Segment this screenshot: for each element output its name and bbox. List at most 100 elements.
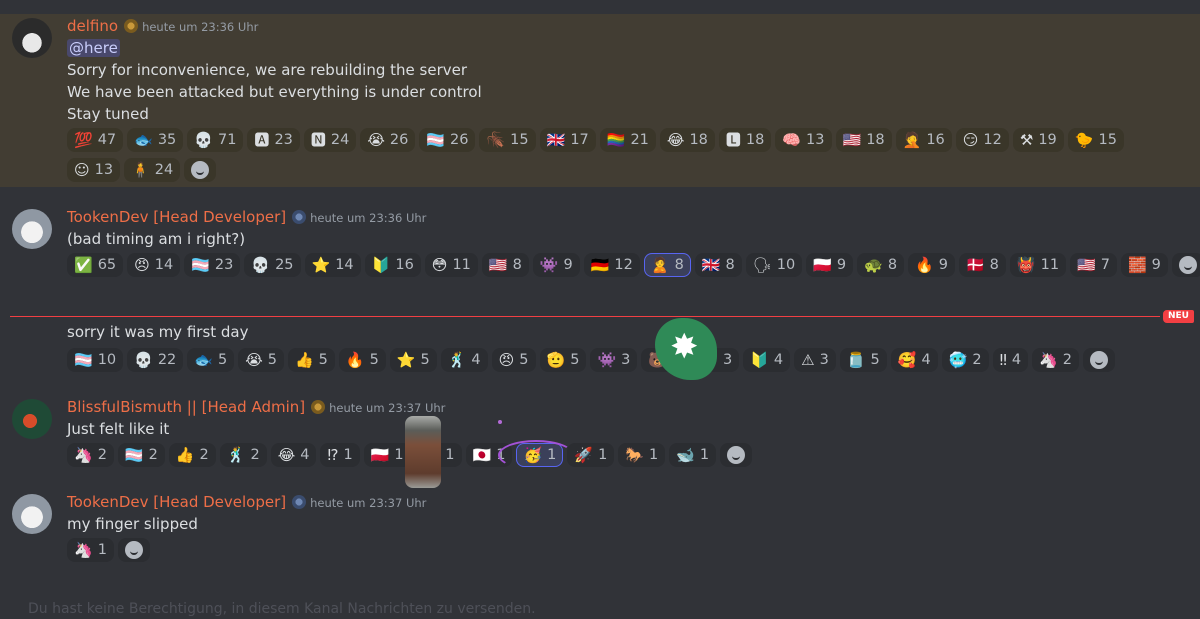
- reaction-pill[interactable]: 🔰 16: [364, 253, 421, 277]
- reaction-pill[interactable]: 🫙 5: [839, 348, 887, 372]
- reaction-pill[interactable]: 💀 22: [127, 348, 184, 372]
- avatar[interactable]: [12, 399, 52, 439]
- reaction-pill[interactable]: 🇬🇧 17: [539, 128, 596, 152]
- reaction-pill[interactable]: 🇵🇱 1: [363, 443, 411, 467]
- reaction-pill[interactable]: 🧱 9: [1120, 253, 1168, 277]
- role-badge-icon[interactable]: [124, 19, 139, 33]
- reaction-pill[interactable]: 🚀 1: [567, 443, 615, 467]
- reaction-pill[interactable]: 😳 11: [424, 253, 478, 277]
- reaction-pill[interactable]: 👍 2: [168, 443, 216, 467]
- reaction-pill[interactable]: 👾 9: [532, 253, 580, 277]
- add-reaction-button[interactable]: [1083, 348, 1116, 372]
- reaction-pill[interactable]: ⚠ 3: [794, 348, 836, 372]
- add-reaction-button[interactable]: [720, 443, 753, 467]
- mention-here[interactable]: @here: [67, 39, 120, 57]
- reaction-pill[interactable]: 🐟 35: [127, 128, 184, 152]
- reaction-pill[interactable]: 🧍 24: [124, 158, 181, 182]
- reaction-pill[interactable]: 😂 18: [659, 128, 715, 152]
- timestamp[interactable]: heute um 23:37 Uhr: [329, 401, 445, 415]
- reaction-pill[interactable]: 🐋 1: [669, 443, 717, 467]
- reaction-pill[interactable]: ⚒ 19: [1012, 128, 1064, 152]
- reaction-pill[interactable]: ⭐ 14: [304, 253, 361, 277]
- reaction-pill[interactable]: 💀 25: [244, 253, 301, 277]
- reaction-pill[interactable]: 🇺🇸 8: [481, 253, 529, 277]
- role-badge-icon[interactable]: [292, 210, 307, 224]
- username[interactable]: delfino: [67, 17, 118, 35]
- role-badge-icon[interactable]: [292, 495, 307, 509]
- message-tookendev: TookenDev [Head Developer] heute um 23:36…: [0, 205, 1200, 305]
- reaction-pill[interactable]: 🦄 2: [1032, 348, 1080, 372]
- avatar[interactable]: [12, 18, 52, 58]
- reaction-pill[interactable]: 🇺🇸 7: [1070, 253, 1117, 277]
- timestamp[interactable]: heute um 23:36 Uhr: [310, 211, 426, 225]
- reaction-pill[interactable]: 🕺 2: [219, 443, 267, 467]
- reaction-pill[interactable]: 🏳️‍⚧️ 10: [67, 348, 124, 372]
- reaction-pill[interactable]: 😠 5: [491, 348, 536, 372]
- reaction-pill[interactable]: 🐢 8: [857, 253, 905, 277]
- reaction-pill[interactable]: 👍 5: [287, 348, 335, 372]
- reaction-pill[interactable]: 🏳️‍🌈 21: [599, 128, 656, 152]
- reaction-pill[interactable]: 👹 11: [1009, 253, 1067, 277]
- username[interactable]: TookenDev [Head Developer]: [67, 208, 286, 226]
- reaction-pill[interactable]: 🇬🇧 8: [694, 253, 742, 277]
- role-badge-icon[interactable]: [311, 400, 326, 414]
- reaction-pill[interactable]: 🐤 15: [1067, 128, 1124, 152]
- reaction-pill[interactable]: 🔥 9: [908, 253, 955, 277]
- reaction-pill[interactable]: 🔰 4: [743, 348, 791, 372]
- reaction-pill[interactable]: 🇩🇪 12: [583, 253, 640, 277]
- reaction-pill[interactable]: 🗣 10: [745, 253, 803, 277]
- reaction-pill[interactable]: 🦄 2: [67, 443, 114, 467]
- reaction-pill[interactable]: ☺ 13: [67, 158, 121, 182]
- reaction-pill[interactable]: 😠 14: [127, 253, 181, 277]
- reaction-count: 47: [97, 132, 117, 148]
- reaction-pill[interactable]: 🅻 18: [718, 128, 772, 152]
- reaction-pill[interactable]: 🪳 15: [479, 128, 536, 152]
- reaction-pill[interactable]: 🐟 5: [187, 348, 235, 372]
- reaction-pill[interactable]: 🐎 1: [618, 443, 666, 467]
- add-reaction-button[interactable]: [117, 538, 150, 562]
- add-reaction-button[interactable]: [184, 158, 217, 182]
- reaction-pill[interactable]: 💯 47: [67, 128, 124, 152]
- reaction-count: 5: [318, 352, 328, 368]
- reaction-pill[interactable]: 🕺 4: [440, 348, 488, 372]
- reaction-count: 1: [394, 447, 404, 463]
- reaction-pill[interactable]: 🥶 2: [941, 348, 989, 372]
- reaction-pill[interactable]: 😭 5: [238, 348, 284, 372]
- smiley-icon: [727, 446, 746, 464]
- reaction-pill[interactable]: 🇩🇰 8: [958, 253, 1006, 277]
- reaction-pill[interactable]: 🧠 13: [775, 128, 832, 152]
- reaction-emoji-icon: 🧍: [131, 161, 150, 179]
- reaction-pill[interactable]: 🥰 4: [890, 348, 938, 372]
- reaction-pill[interactable]: 🇺🇸 18: [835, 128, 892, 152]
- avatar[interactable]: [12, 209, 52, 249]
- username[interactable]: BlissfulBismuth || [Head Admin]: [67, 398, 305, 416]
- timestamp[interactable]: heute um 23:37 Uhr: [310, 496, 426, 510]
- reaction-pill[interactable]: ⭐ 5: [389, 348, 437, 372]
- username[interactable]: TookenDev [Head Developer]: [67, 493, 286, 511]
- reaction-count: 26: [389, 132, 409, 148]
- avatar[interactable]: [12, 494, 52, 534]
- reaction-pill[interactable]: 🤦 16: [895, 128, 952, 152]
- reaction-pill[interactable]: 👾 3: [590, 348, 638, 372]
- reaction-count: 9: [836, 257, 847, 273]
- reaction-pill[interactable]: ✅ 65: [67, 253, 124, 277]
- reaction-pill[interactable]: 🅰 23: [247, 128, 300, 152]
- reaction-pill[interactable]: 😭 26: [360, 128, 416, 152]
- reaction-pill[interactable]: 🏳️‍⚧️ 2: [117, 443, 165, 467]
- reaction-pill[interactable]: ‼ 4: [992, 348, 1029, 372]
- reaction-pill[interactable]: 🅽 24: [303, 128, 357, 152]
- reaction-pill[interactable]: 🔥 5: [338, 348, 386, 372]
- reaction-pill[interactable]: 🏳️‍⚧️ 26: [419, 128, 476, 152]
- reaction-pill[interactable]: 🫡 5: [539, 348, 587, 372]
- timestamp[interactable]: heute um 23:36 Uhr: [142, 20, 258, 34]
- reaction-pill[interactable]: 😏 12: [955, 128, 1009, 152]
- reaction-pill[interactable]: 🇵🇱 9: [806, 253, 854, 277]
- reaction-pill[interactable]: 🙎 8: [643, 253, 691, 277]
- reaction-pill[interactable]: 🏳️‍⚧️ 23: [184, 253, 241, 277]
- reaction-pill[interactable]: 🦄 1: [67, 538, 114, 562]
- reaction-pill[interactable]: ⁉ 1: [320, 443, 360, 467]
- reaction-pill[interactable]: 💀 71: [187, 128, 244, 152]
- reaction-pill[interactable]: 😂 4: [270, 443, 317, 467]
- reaction-count: 2: [972, 352, 982, 368]
- add-reaction-button[interactable]: [1171, 253, 1200, 277]
